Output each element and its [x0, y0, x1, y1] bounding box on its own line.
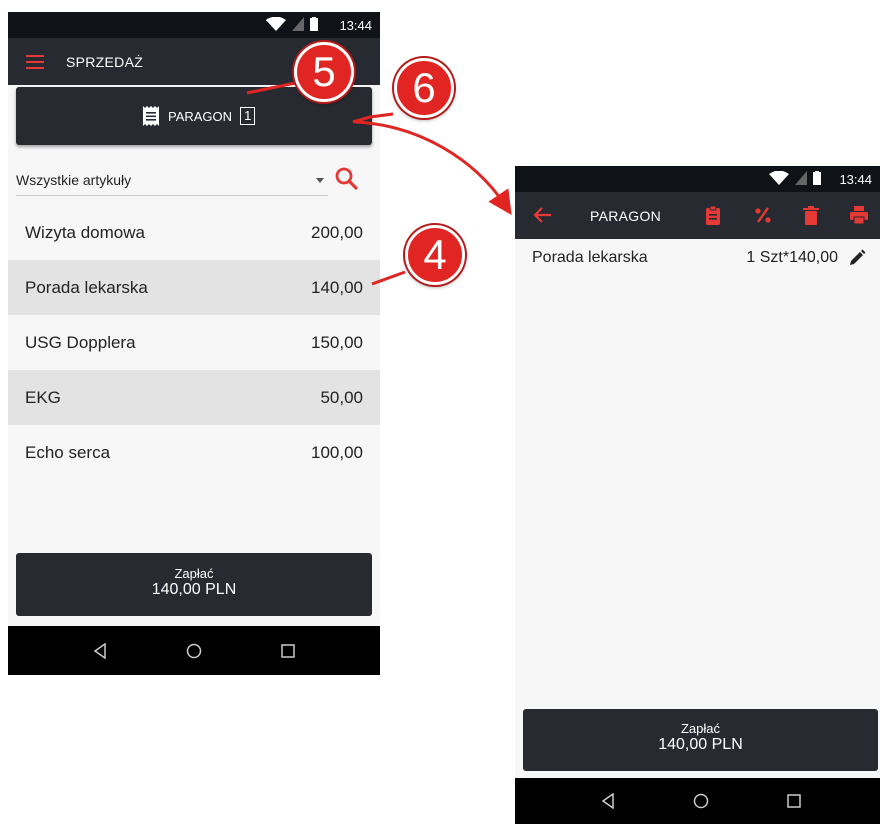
page-title: SPRZEDAŻ: [66, 54, 144, 70]
list-item[interactable]: USG Dopplera 150,00: [8, 315, 380, 370]
pay-button-amount: 140,00 PLN: [658, 736, 743, 753]
status-bar: 13:44: [515, 166, 880, 192]
list-item[interactable]: Wizyta domowa 200,00: [8, 205, 380, 260]
receipt-line-quantity: 1 Szt*140,00: [746, 249, 838, 266]
wifi-icon: [769, 171, 789, 185]
nav-back-icon[interactable]: [601, 793, 615, 809]
receipt-screen: 13:44 PARAGON Porada lekarska 1 Szt*140,…: [515, 166, 880, 824]
status-bar: 13:44: [8, 12, 380, 38]
system-nav-bar: [515, 778, 880, 824]
paragon-count-badge: 1: [240, 107, 256, 125]
sales-screen: 13:44 SPRZEDAŻ PARAGON 1 Wszystkie artyk…: [8, 12, 380, 675]
receipt-icon: [143, 106, 159, 126]
nav-home-icon[interactable]: [186, 643, 202, 659]
nav-home-icon[interactable]: [693, 793, 709, 809]
no-sim-icon: [795, 171, 807, 185]
menu-icon[interactable]: [26, 55, 44, 69]
nav-recents-icon[interactable]: [281, 643, 295, 658]
edit-pencil-icon[interactable]: [848, 249, 866, 267]
battery-icon: [813, 171, 821, 185]
wifi-icon: [266, 17, 286, 31]
receipt-line-item[interactable]: Porada lekarska 1 Szt*140,00: [515, 239, 880, 285]
item-price: 140,00: [311, 278, 363, 297]
back-arrow-icon[interactable]: [533, 205, 553, 225]
trash-icon[interactable]: [801, 205, 821, 225]
nav-back-icon[interactable]: [93, 642, 107, 659]
callout-5: 5: [294, 42, 354, 102]
item-price: 150,00: [311, 333, 363, 352]
no-sim-icon: [292, 17, 304, 31]
pay-button-label: Zapłać: [174, 566, 214, 581]
item-name: Echo serca: [25, 443, 111, 462]
status-time: 13:44: [339, 18, 372, 33]
receipt-line-name: Porada lekarska: [532, 249, 648, 266]
app-toolbar: PARAGON: [515, 192, 880, 239]
status-icons: [266, 17, 318, 31]
item-price: 50,00: [320, 388, 363, 407]
callout-4: 4: [405, 225, 465, 285]
pay-button-amount: 140,00 PLN: [151, 581, 237, 598]
list-item[interactable]: Porada lekarska 140,00: [8, 260, 380, 315]
callout-6: 6: [394, 58, 454, 118]
item-name: Porada lekarska: [25, 278, 148, 297]
status-icons: [769, 171, 821, 185]
print-icon[interactable]: [849, 205, 869, 225]
category-dropdown-value: Wszystkie artykuły: [16, 172, 132, 188]
paragon-label: PARAGON: [168, 108, 233, 124]
percent-icon[interactable]: [753, 205, 773, 225]
product-list: Wizyta domowa 200,00 Porada lekarska 140…: [8, 205, 380, 480]
chevron-down-icon: [316, 178, 324, 183]
status-time: 13:44: [839, 172, 872, 187]
clipboard-icon[interactable]: [703, 205, 723, 225]
search-icon[interactable]: [334, 166, 358, 190]
category-dropdown[interactable]: Wszystkie artykuły: [16, 165, 328, 196]
pay-button[interactable]: Zapłać 140,00 PLN: [523, 709, 878, 771]
pay-button[interactable]: Zapłać 140,00 PLN: [16, 553, 372, 616]
item-price: 200,00: [311, 223, 363, 242]
battery-icon: [310, 17, 318, 31]
list-item[interactable]: Echo serca 100,00: [8, 425, 380, 480]
item-name: USG Dopplera: [25, 333, 136, 352]
pay-button-label: Zapłać: [680, 721, 721, 736]
item-name: Wizyta domowa: [25, 223, 145, 242]
item-name: EKG: [25, 388, 61, 407]
item-price: 100,00: [311, 443, 363, 462]
nav-recents-icon[interactable]: [787, 794, 801, 808]
list-item[interactable]: EKG 50,00: [8, 370, 380, 425]
page-title: PARAGON: [590, 208, 662, 224]
system-nav-bar: [8, 626, 380, 675]
